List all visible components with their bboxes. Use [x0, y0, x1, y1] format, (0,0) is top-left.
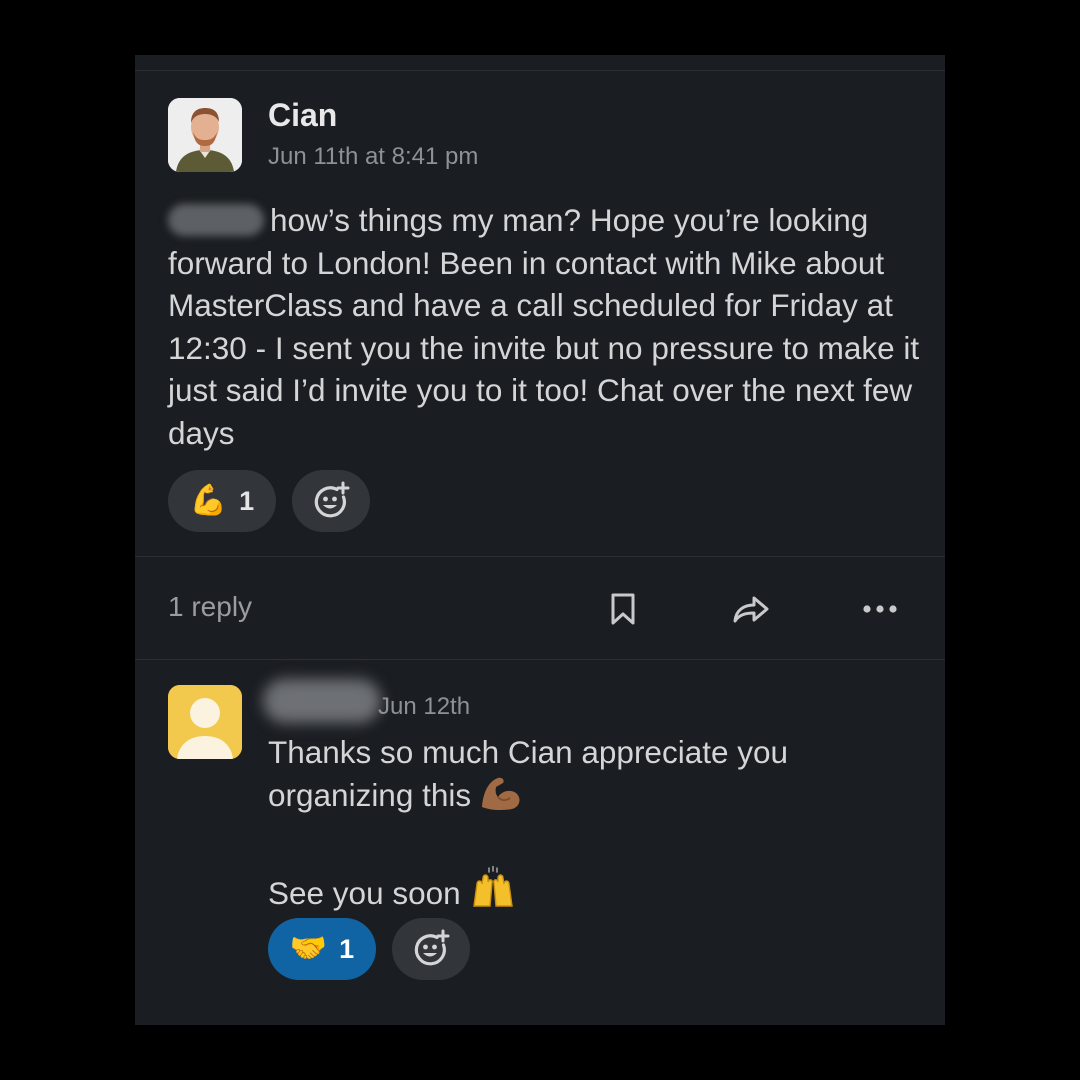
raising-hands-emoji	[469, 865, 517, 921]
profile-photo	[168, 98, 242, 172]
message-timestamp[interactable]: Jun 11th at 8:41 pm	[268, 143, 478, 171]
handshake-emoji: 🤝	[289, 932, 328, 965]
bookmark-icon	[611, 593, 635, 625]
more-actions-button[interactable]	[861, 595, 899, 628]
reply-line-1: Thanks so much Cian appreciate you organ…	[268, 734, 789, 813]
add-reaction-icon	[414, 929, 450, 966]
default-user-icon	[168, 685, 242, 759]
top-divider	[135, 70, 945, 71]
avatar[interactable]	[168, 98, 242, 172]
message-reactions: 💪 1	[168, 470, 370, 532]
divider	[135, 556, 945, 557]
flexed-biceps-emoji	[479, 774, 523, 823]
message-thread-panel: Cian Jun 11th at 8:41 pm how’s things my…	[135, 55, 945, 1025]
divider	[135, 659, 945, 660]
reply-text: Thanks so much Cian appreciate you organ…	[268, 731, 928, 921]
reaction-flexed-biceps[interactable]: 💪 1	[168, 470, 276, 532]
add-reaction-button[interactable]	[392, 918, 470, 980]
message-text-content: how’s things my man? Hope you’re looking…	[168, 202, 920, 451]
reply-timestamp[interactable]: Jun 12th	[378, 693, 470, 721]
reaction-count: 1	[239, 485, 255, 516]
redacted-mention	[168, 204, 264, 236]
reaction-handshake[interactable]: 🤝 1	[268, 918, 376, 980]
bookmark-button[interactable]	[609, 591, 637, 632]
message-text: how’s things my man? Hope you’re looking…	[168, 199, 928, 454]
share-icon	[733, 596, 769, 623]
redacted-sender-name	[263, 679, 381, 723]
more-icon	[863, 605, 897, 613]
avatar[interactable]	[168, 685, 242, 759]
add-reaction-icon	[314, 481, 350, 518]
flexed-biceps-emoji: 💪	[189, 484, 228, 517]
reply-count-link[interactable]: 1 reply	[168, 591, 252, 623]
sender-name[interactable]: Cian	[268, 97, 337, 134]
reply-line-2: See you soon	[268, 875, 461, 911]
add-reaction-button[interactable]	[292, 470, 370, 532]
share-button[interactable]	[731, 591, 771, 632]
reply-reactions: 🤝 1	[268, 918, 470, 980]
reaction-count: 1	[339, 933, 355, 964]
